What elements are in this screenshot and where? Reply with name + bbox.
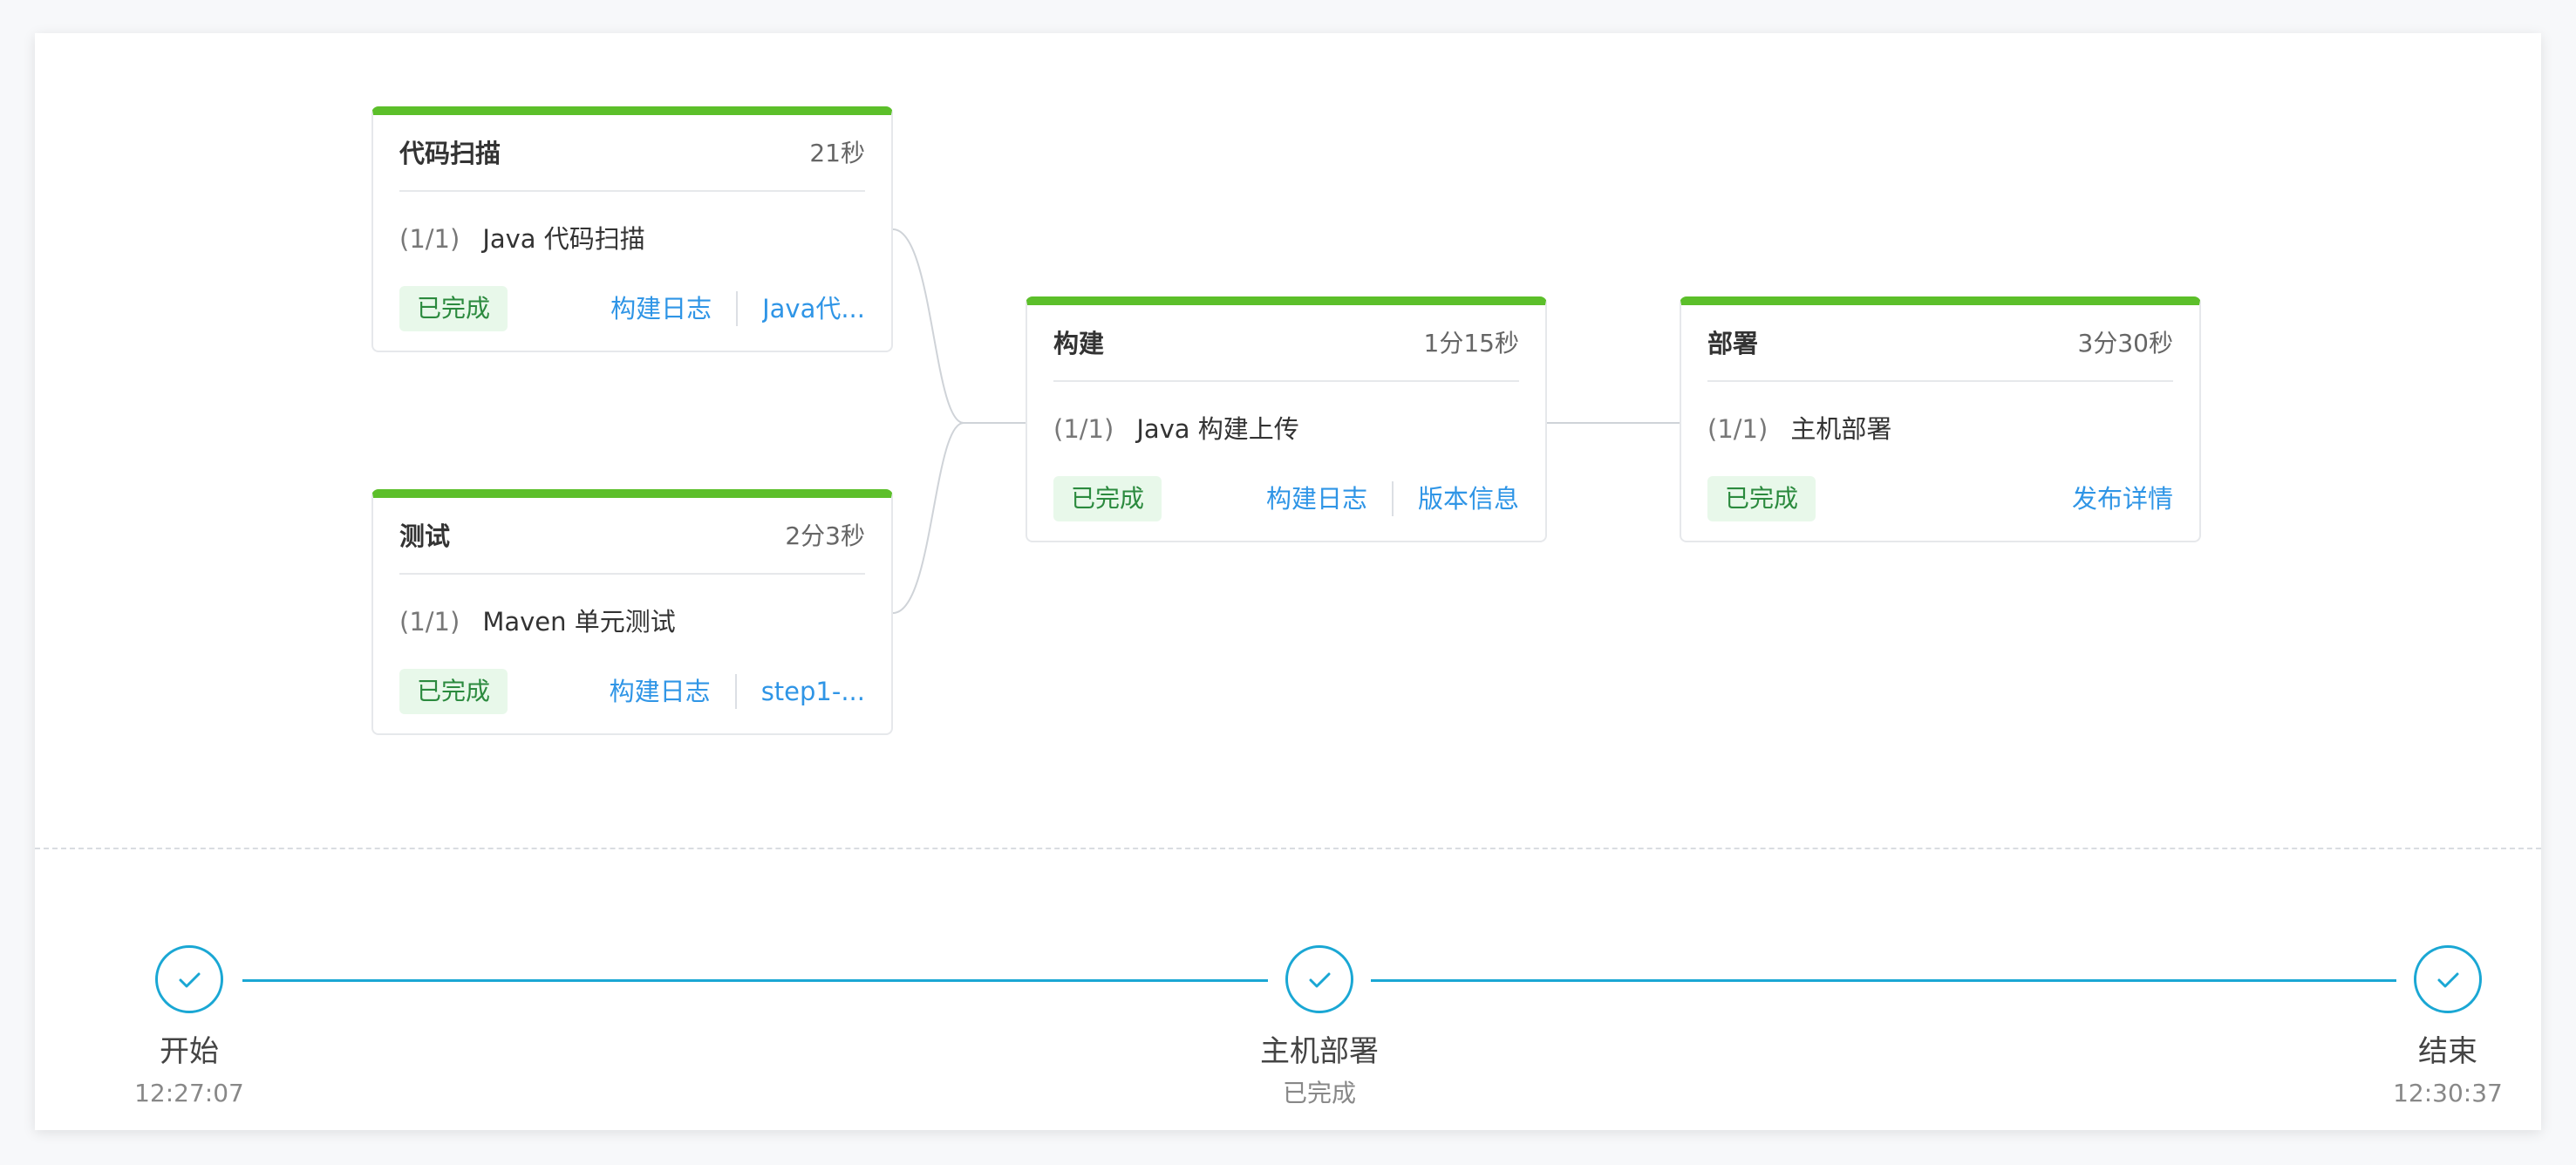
stage-title: 部署 [1707, 329, 1759, 358]
task-name: Java 构建上传 [1136, 414, 1299, 444]
status-badge: 已完成 [399, 669, 508, 714]
stage-title: 代码扫描 [399, 139, 501, 168]
stage-links: 构建日志 版本信息 [1266, 480, 1519, 518]
task-name: 主机部署 [1790, 414, 1892, 444]
stage-duration: 2分3秒 [785, 521, 865, 550]
link-divider [734, 674, 737, 709]
stage-duration: 21秒 [809, 139, 865, 167]
stage-card-deploy[interactable]: 部署 3分30秒 (1/1) 主机部署 已完成 发布详情 [1680, 296, 2201, 542]
build-log-link[interactable]: 构建日志 [1266, 480, 1367, 518]
timeline-node-start[interactable] [155, 945, 223, 1013]
task-count: (1/1) [399, 224, 460, 254]
stage-header: 测试 2分3秒 [399, 517, 865, 575]
task-count: (1/1) [399, 607, 460, 637]
task-row: (1/1) Maven 单元测试 [399, 603, 676, 641]
timeline-time: 12:30:37 [2393, 1079, 2503, 1107]
stage-header: 代码扫描 21秒 [399, 134, 865, 192]
timeline-node-deploy[interactable] [1285, 945, 1353, 1013]
stage-footer: 已完成 构建日志 Java代... [399, 286, 865, 331]
stage-card-test[interactable]: 测试 2分3秒 (1/1) Maven 单元测试 已完成 构建日志 step1-.… [371, 489, 893, 735]
stage-header: 部署 3分30秒 [1707, 324, 2173, 382]
release-details-link[interactable]: 发布详情 [2072, 480, 2173, 518]
timeline-label: 开始 [160, 1034, 219, 1069]
status-badge: 已完成 [1053, 476, 1162, 521]
task-count: (1/1) [1053, 414, 1114, 444]
timeline-label: 主机部署 [1260, 1034, 1379, 1069]
task-name: Maven 单元测试 [482, 607, 676, 637]
timeline-node-end[interactable] [2414, 945, 2482, 1013]
stage-footer: 已完成 发布详情 [1707, 476, 2173, 521]
stage-card-code-scan[interactable]: 代码扫描 21秒 (1/1) Java 代码扫描 已完成 构建日志 Java代..… [371, 106, 893, 352]
version-info-link[interactable]: 版本信息 [1418, 480, 1519, 518]
check-icon [179, 972, 201, 988]
task-row: (1/1) 主机部署 [1707, 410, 1891, 448]
test-report-link[interactable]: step1-... [761, 672, 865, 711]
stage-links: 构建日志 Java代... [610, 290, 865, 328]
stage-links: 构建日志 step1-... [610, 672, 865, 711]
stage-header: 构建 1分15秒 [1053, 324, 1519, 382]
stage-card-build[interactable]: 构建 1分15秒 (1/1) Java 构建上传 已完成 构建日志 版本信息 [1026, 296, 1547, 542]
timeline-line [242, 979, 1268, 982]
stage-footer: 已完成 构建日志 step1-... [399, 669, 865, 714]
link-divider [1391, 481, 1394, 516]
section-divider [35, 848, 2541, 849]
stage-duration: 1分15秒 [1423, 329, 1519, 358]
stage-title: 构建 [1053, 329, 1105, 358]
timeline-line [1371, 979, 2396, 982]
task-count: (1/1) [1707, 414, 1768, 444]
stage-footer: 已完成 构建日志 版本信息 [1053, 476, 1519, 521]
status-badge: 已完成 [1707, 476, 1816, 521]
stage-duration: 3分30秒 [2077, 329, 2173, 358]
check-icon [1309, 972, 1331, 988]
build-log-link[interactable]: 构建日志 [610, 290, 712, 328]
pipeline-panel: 代码扫描 21秒 (1/1) Java 代码扫描 已完成 构建日志 Java代..… [35, 33, 2541, 1130]
task-row: (1/1) Java 构建上传 [1053, 410, 1299, 448]
status-badge: 已完成 [399, 286, 508, 331]
link-divider [736, 291, 739, 326]
timeline-label: 结束 [2418, 1034, 2477, 1069]
build-log-link[interactable]: 构建日志 [610, 672, 711, 711]
stage-title: 测试 [399, 521, 451, 551]
task-name: Java 代码扫描 [482, 224, 645, 254]
check-icon [2437, 972, 2459, 988]
timeline-status: 已完成 [1282, 1079, 1356, 1107]
task-row: (1/1) Java 代码扫描 [399, 220, 645, 258]
stage-links: 发布详情 [2072, 480, 2173, 518]
scan-report-link[interactable]: Java代... [762, 290, 865, 328]
timeline-time: 12:27:07 [134, 1079, 244, 1107]
